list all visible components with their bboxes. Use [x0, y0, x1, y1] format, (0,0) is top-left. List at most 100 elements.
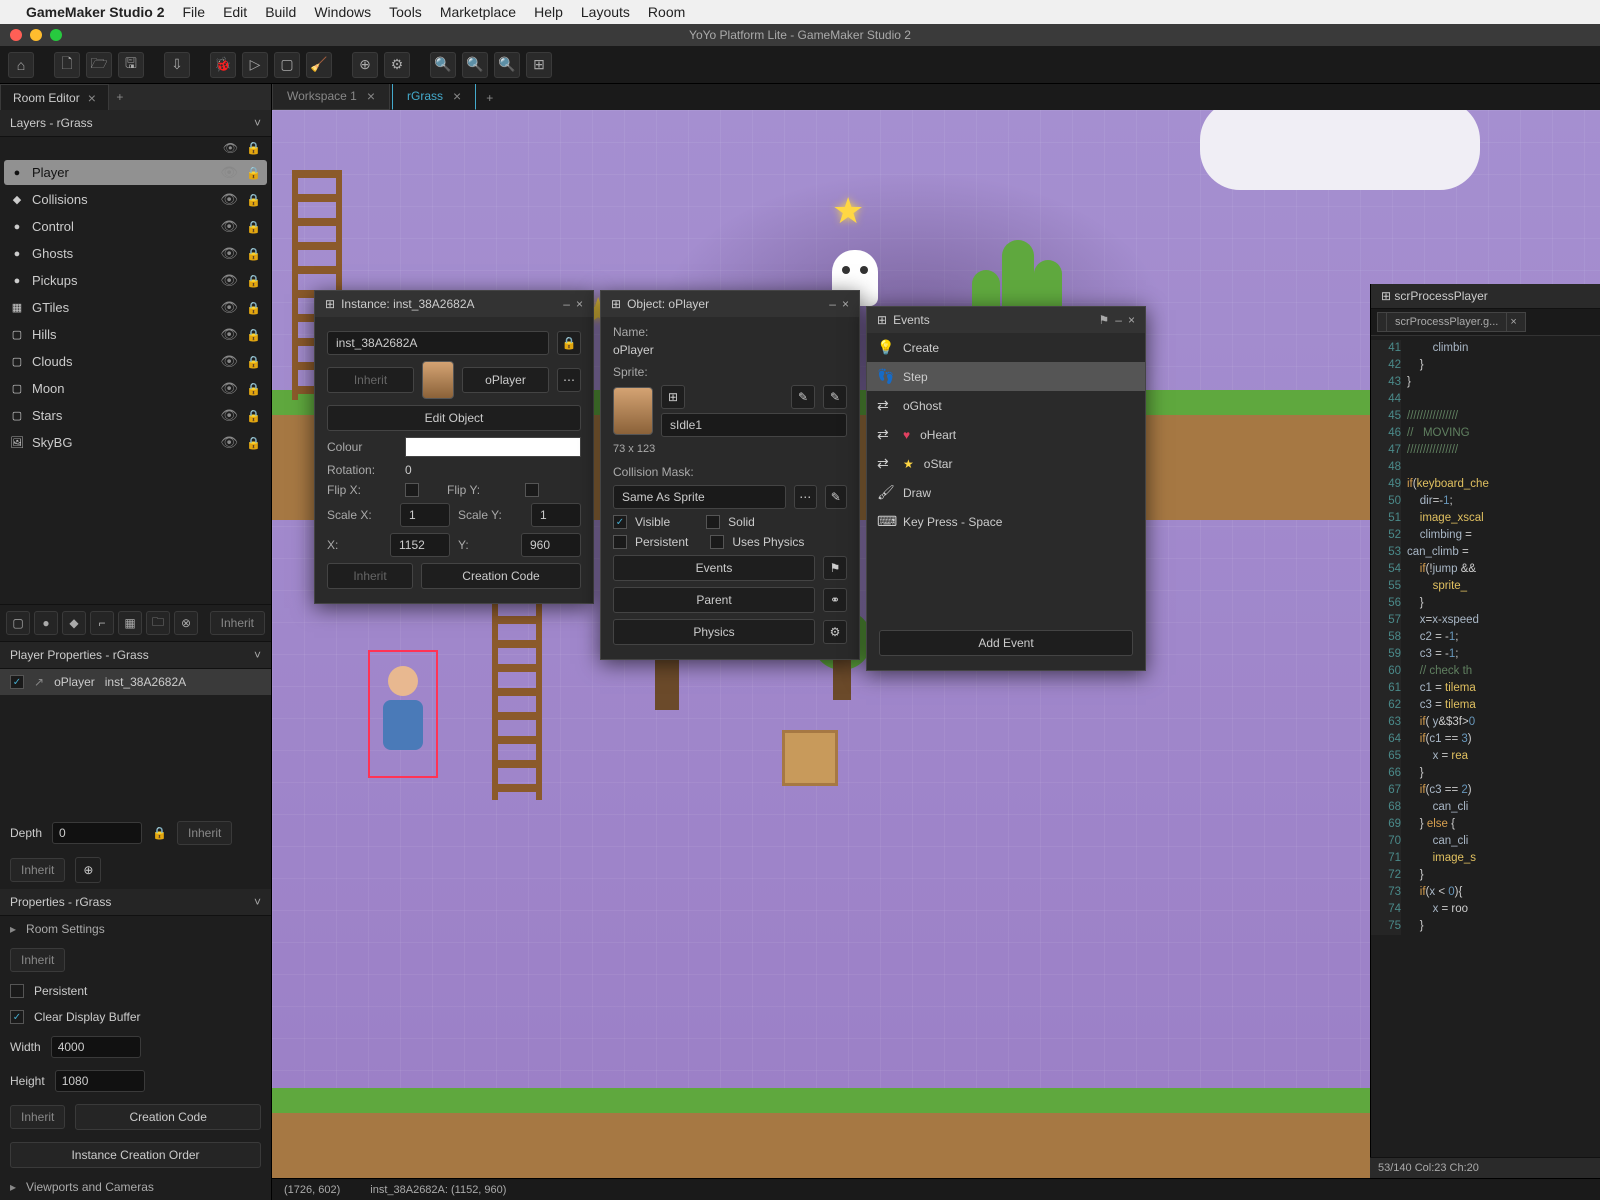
close-icon[interactable]: ×: [453, 88, 461, 104]
tab-rgrass[interactable]: rGrass ×: [392, 84, 476, 110]
y-input[interactable]: [521, 533, 581, 557]
code-editor[interactable]: 41 climbin42 }43}4445////////////////46/…: [1371, 336, 1600, 939]
checkbox[interactable]: [10, 675, 24, 689]
flag-icon[interactable]: ⚑: [1099, 313, 1110, 327]
lock-icon[interactable]: 🔒: [246, 166, 261, 180]
lock-icon[interactable]: 🔒: [246, 328, 261, 342]
parent-button[interactable]: Parent: [613, 587, 815, 613]
lock-icon[interactable]: 🔒: [246, 355, 261, 369]
events-button[interactable]: Events: [613, 555, 815, 581]
zoom-reset-button[interactable]: 🔍: [494, 52, 520, 78]
instance-panel[interactable]: ⊞Instance: inst_38A2682A–× 🔒 Inherit oPl…: [314, 290, 594, 604]
creation-code-button[interactable]: Creation Code: [421, 563, 581, 589]
menu-marketplace[interactable]: Marketplace: [440, 4, 516, 20]
new-sprite-button[interactable]: ✎: [823, 385, 847, 409]
folder-button[interactable]: 🗀: [146, 611, 170, 635]
code-tab[interactable]: scrProcessPlayer.g... ×: [1377, 312, 1526, 332]
inherit-button[interactable]: Inherit: [10, 948, 65, 972]
creation-code-button[interactable]: Creation Code: [75, 1104, 261, 1130]
edit-mask-button[interactable]: ✎: [825, 485, 848, 509]
persistent-checkbox[interactable]: [613, 535, 627, 549]
close-icon[interactable]: ×: [367, 88, 375, 104]
eye-icon[interactable]: 👁: [220, 191, 238, 208]
height-input[interactable]: [55, 1070, 145, 1092]
visible-checkbox[interactable]: [613, 515, 627, 529]
collision-mask-input[interactable]: [613, 485, 786, 509]
lock-icon[interactable]: 🔒: [152, 826, 167, 840]
add-layer-button[interactable]: ●: [34, 611, 58, 635]
close-icon[interactable]: ×: [842, 297, 849, 311]
menu-file[interactable]: File: [183, 4, 206, 20]
width-input[interactable]: [51, 1036, 141, 1058]
flipy-checkbox[interactable]: [525, 483, 539, 497]
pin-icon[interactable]: –: [563, 297, 570, 311]
home-button[interactable]: ⌂: [8, 52, 34, 78]
add-tab-button[interactable]: +: [109, 90, 131, 104]
lock-icon[interactable]: 🔒: [246, 247, 261, 261]
eye-icon[interactable]: 👁: [220, 299, 238, 316]
eye-icon[interactable]: 👁: [223, 141, 238, 155]
inherit-button[interactable]: Inherit: [177, 821, 232, 845]
gear-icon[interactable]: ⚙: [823, 620, 847, 644]
lock-icon[interactable]: 🔒: [246, 193, 261, 207]
add-path-layer-button[interactable]: ⌐: [90, 611, 114, 635]
clear-buffer-checkbox[interactable]: [10, 1010, 24, 1024]
object-button[interactable]: oPlayer: [462, 367, 549, 393]
flipx-checkbox[interactable]: [405, 483, 419, 497]
zoom-out-button[interactable]: 🔍: [462, 52, 488, 78]
layer-clouds[interactable]: ▢Clouds👁🔒: [0, 348, 271, 375]
stop-button[interactable]: ▢: [274, 52, 300, 78]
menu-tools[interactable]: Tools: [389, 4, 422, 20]
instance-name-input[interactable]: [327, 331, 549, 355]
event-step[interactable]: 👣Step: [867, 362, 1145, 391]
menu-layouts[interactable]: Layouts: [581, 4, 630, 20]
layer-moon[interactable]: ▢Moon👁🔒: [0, 375, 271, 402]
add-tab-button[interactable]: +: [478, 86, 500, 110]
debug-button[interactable]: 🐞: [210, 52, 236, 78]
event-oghost[interactable]: ⇄oGhost: [867, 391, 1145, 420]
events-panel[interactable]: ⊞Events⚑–× 💡Create👣Step⇄oGhost⇄♥oHeart⇄★…: [866, 306, 1146, 671]
colour-swatch[interactable]: [405, 437, 581, 457]
event-oheart[interactable]: ⇄♥oHeart: [867, 420, 1145, 449]
solid-checkbox[interactable]: [706, 515, 720, 529]
object-panel[interactable]: ⊞Object: oPlayer–× Name: oPlayer Sprite:…: [600, 290, 860, 660]
room-editor-tab[interactable]: Room Editor ×: [0, 84, 109, 110]
room-properties-header[interactable]: Properties - rGrass ˅: [0, 889, 271, 916]
menu-room[interactable]: Room: [648, 4, 685, 20]
eye-icon[interactable]: 👁: [220, 407, 238, 424]
lock-icon[interactable]: 🔒: [246, 382, 261, 396]
inherit-button[interactable]: Inherit: [210, 611, 265, 635]
menu-windows[interactable]: Windows: [314, 4, 371, 20]
close-icon[interactable]: ×: [88, 90, 96, 106]
persistent-checkbox[interactable]: [10, 984, 24, 998]
parent-icon[interactable]: ⚭: [823, 588, 847, 612]
sprite-preview[interactable]: [613, 387, 653, 435]
room-settings-label[interactable]: Room Settings: [26, 922, 105, 936]
physics-button[interactable]: Physics: [613, 619, 815, 645]
clean-button[interactable]: 🧹: [306, 52, 332, 78]
instance-creation-order-button[interactable]: Instance Creation Order: [10, 1142, 261, 1168]
zoom-window-button[interactable]: [50, 29, 62, 41]
close-window-button[interactable]: [10, 29, 22, 41]
menu-build[interactable]: Build: [265, 4, 296, 20]
inherit-button[interactable]: Inherit: [10, 858, 65, 882]
layer-control[interactable]: ●Control👁🔒: [0, 213, 271, 240]
eye-icon[interactable]: 👁: [220, 164, 238, 181]
depth-input[interactable]: [52, 822, 142, 844]
lock-icon[interactable]: 🔒: [557, 331, 581, 355]
save-button[interactable]: 🖫: [118, 52, 144, 78]
eye-icon[interactable]: 👁: [220, 218, 238, 235]
layer-player[interactable]: ●Player👁🔒: [4, 160, 267, 185]
import-button[interactable]: ⇩: [164, 52, 190, 78]
lock-icon[interactable]: 🔒: [246, 141, 261, 155]
docking-button[interactable]: ⊞: [526, 52, 552, 78]
layer-stars[interactable]: ▢Stars👁🔒: [0, 402, 271, 429]
inherit-button[interactable]: Inherit: [327, 563, 413, 589]
lock-icon[interactable]: 🔒: [246, 220, 261, 234]
close-icon[interactable]: ×: [576, 297, 583, 311]
player-properties-header[interactable]: Player Properties - rGrass ˅: [0, 642, 271, 669]
app-name[interactable]: GameMaker Studio 2: [26, 4, 165, 20]
pin-icon[interactable]: –: [1115, 313, 1122, 327]
add-instance-layer-button[interactable]: ▢: [6, 611, 30, 635]
event-create[interactable]: 💡Create: [867, 333, 1145, 362]
